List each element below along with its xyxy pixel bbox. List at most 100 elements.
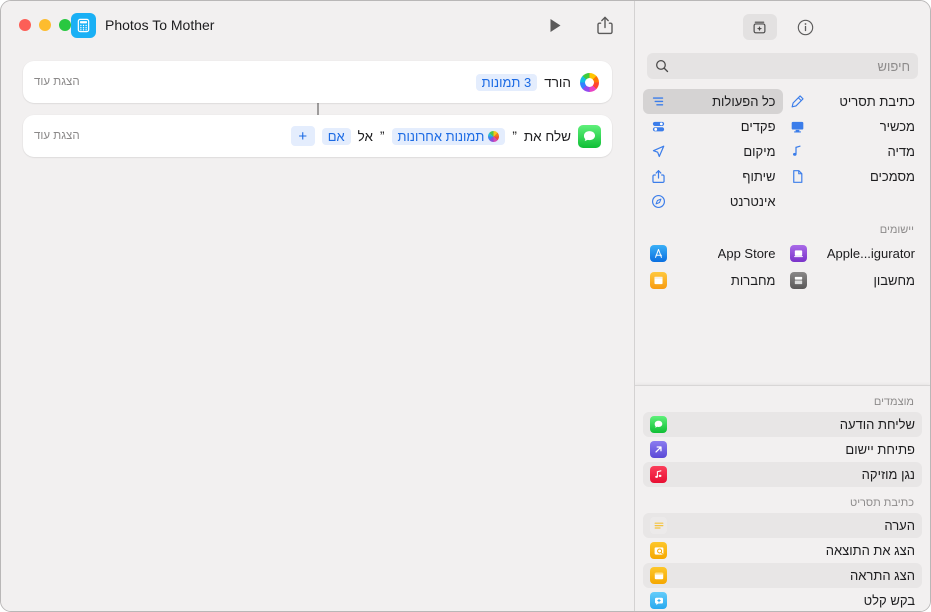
music-icon: [650, 466, 667, 483]
list-item[interactable]: App Store: [643, 240, 783, 267]
info-icon[interactable]: [789, 14, 823, 40]
actions-library-sidebar: חיפוש כתיבת תסריט כל הפעולות מכשיר פקדים…: [634, 1, 930, 611]
share-icon[interactable]: [590, 12, 620, 38]
action-token-recent-photos[interactable]: תמונות אחרונות: [391, 127, 506, 145]
minimize-button[interactable]: [39, 19, 51, 31]
card-connector-gap: [23, 103, 612, 115]
photos-app-icon: [578, 70, 601, 94]
sidebar-item-label: פקדים: [740, 119, 776, 134]
controls-icon: [650, 119, 666, 135]
open-app-icon: [650, 441, 667, 458]
category-grid: כתיבת תסריט כל הפעולות מכשיר פקדים מדיה …: [635, 89, 930, 214]
display-icon: [790, 119, 806, 135]
sidebar-item-label: מדיה: [887, 144, 916, 159]
action-token-recipient[interactable]: אם: [321, 127, 351, 145]
list-item[interactable]: הצג התראה: [643, 563, 922, 588]
add-recipient-button[interactable]: +: [290, 126, 315, 146]
action-text-recipient-preposition: אל: [357, 128, 374, 144]
editor-toolbar-actions: [540, 12, 620, 38]
sidebar-item-device[interactable]: מכשיר: [783, 114, 923, 139]
list-item[interactable]: Apple...igurator: [783, 240, 923, 267]
messages-icon: [650, 416, 667, 433]
close-button[interactable]: [59, 19, 71, 31]
show-more-button[interactable]: הצגת עוד: [34, 76, 80, 88]
sidebar-item-label: כתיבת תסריט: [839, 94, 915, 109]
list-item-label: שליחת הודעה: [839, 417, 915, 432]
action-content: שלח את ” תמונות אחרונות ” אל אם +: [290, 124, 601, 148]
search-icon: [655, 59, 669, 73]
action-card[interactable]: הורד 3 תמונות הצגת עוד: [23, 61, 612, 103]
list-item-label: הערה: [884, 518, 915, 533]
ask-for-input-icon: [650, 592, 667, 609]
list-item[interactable]: בקש קלט: [643, 588, 922, 611]
location-arrow-icon: [650, 144, 666, 160]
sidebar-item-label: כל הפעולות: [712, 94, 776, 109]
token-label: 3 תמונות: [481, 74, 532, 90]
sidebar-item-controls[interactable]: פקדים: [643, 114, 783, 139]
list-icon: [650, 94, 666, 110]
list-item[interactable]: שליחת הודעה: [643, 412, 922, 437]
editor-toolbar: Photos To Mother: [1, 1, 634, 49]
calculator-icon: [789, 272, 807, 289]
apple-configurator-icon: [789, 245, 807, 262]
list-item-label: Apple...igurator: [826, 246, 915, 261]
token-label: תמונות אחרונות: [397, 128, 485, 144]
sidebar-toolbar: [635, 1, 930, 51]
action-token-photo-count[interactable]: 3 תמונות: [475, 73, 538, 91]
shortcuts-window: Photos To Mother הורד 3 תמונות הצגת עוד …: [0, 0, 931, 612]
token-label: אם: [327, 128, 345, 144]
shortcuts-library-icon[interactable]: [742, 14, 777, 40]
sidebar-item-sharing[interactable]: שיתוף: [643, 164, 783, 189]
workflow-canvas[interactable]: הורד 3 תמונות הצגת עוד שלח את ” תמונות א…: [1, 49, 634, 611]
action-content: הורד 3 תמונות: [475, 70, 601, 94]
run-shortcut-button[interactable]: [540, 12, 570, 38]
list-item-label: בקש קלט: [863, 593, 915, 608]
document-title[interactable]: Photos To Mother: [105, 17, 214, 33]
search-field[interactable]: חיפוש: [647, 53, 918, 79]
list-item-label: הצג את התוצאה: [825, 543, 915, 558]
action-text: הורד: [544, 74, 571, 90]
list-item[interactable]: נגן מוזיקה: [643, 462, 922, 487]
share-up-icon: [650, 169, 666, 185]
zoom-button[interactable]: [19, 19, 31, 31]
sidebar-item-location[interactable]: מיקום: [643, 139, 783, 164]
script-icon: [790, 94, 806, 110]
sidebar-scroll-area[interactable]: כתיבת תסריט כל הפעולות מכשיר פקדים מדיה …: [635, 89, 930, 611]
photos-glyph-icon: [488, 130, 500, 142]
show-more-button[interactable]: הצגת עוד: [34, 130, 80, 142]
calculator-app-icon: [71, 12, 96, 38]
list-item[interactable]: הצג את התוצאה: [643, 538, 922, 563]
action-card[interactable]: שלח את ” תמונות אחרונות ” אל אם + הצגת ע…: [23, 115, 612, 157]
show-alert-icon: [650, 567, 667, 584]
window-controls: [19, 19, 71, 31]
sidebar-item-placeholder: [783, 189, 923, 214]
sidebar-item-media[interactable]: מדיה: [783, 139, 923, 164]
sidebar-item-label: מכשיר: [879, 119, 915, 134]
list-item[interactable]: הערה: [643, 513, 922, 538]
sidebar-item-internet[interactable]: אינטרנט: [643, 189, 783, 214]
list-item[interactable]: פתיחת יישום: [643, 437, 922, 462]
document-icon: [790, 169, 806, 185]
sidebar-item-documents[interactable]: מסמכים: [783, 164, 923, 189]
section-header-apps: יישומים: [879, 224, 914, 236]
list-item[interactable]: מחשבון: [783, 267, 923, 294]
list-item-label: פתיחת יישום: [845, 442, 915, 457]
action-text: שלח את: [523, 128, 571, 144]
pinned-list: שליחת הודעה פתיחת יישום נגן מוזיקה: [635, 412, 930, 487]
search-input[interactable]: חיפוש: [675, 59, 910, 74]
sidebar-item-label: מיקום: [743, 144, 776, 159]
notes-icon: [650, 272, 667, 289]
list-item-label: App Store: [717, 246, 776, 261]
sidebar-item-all-actions[interactable]: כל הפעולות: [643, 89, 783, 114]
pinned-and-scripting-panel: מוצמדים שליחת הודעה פתיחת יישום נגן מוזי…: [635, 385, 930, 611]
list-item-label: הצג התראה: [850, 568, 915, 583]
sidebar-item-scripting-category[interactable]: כתיבת תסריט: [783, 89, 923, 114]
section-header-scripting: כתיבת תסריט: [850, 497, 914, 509]
safari-compass-icon: [650, 194, 666, 210]
list-item[interactable]: מחברות: [643, 267, 783, 294]
sidebar-item-label: שיתוף: [742, 169, 776, 184]
sidebar-item-label: אינטרנט: [729, 194, 776, 209]
scripting-list: הערה הצג את התוצאה הצג התראה בקש קלט: [635, 513, 930, 611]
close-quote: ”: [380, 128, 385, 144]
app-store-icon: [650, 245, 667, 262]
